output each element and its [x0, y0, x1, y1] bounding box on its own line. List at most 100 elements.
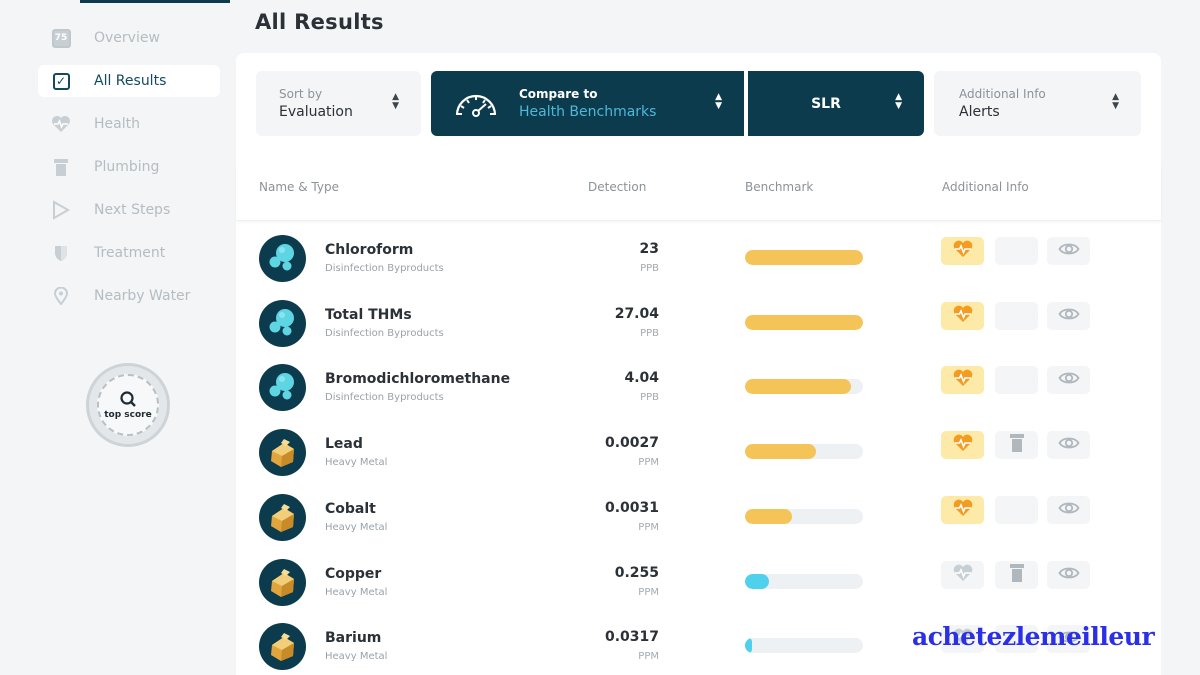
table-row[interactable]: Cobalt Heavy Metal 0.0031 PPM: [236, 485, 1161, 550]
health-alert-button[interactable]: [941, 431, 984, 460]
column-header-additional-info: Additional Info: [942, 180, 1029, 194]
watermark: achetezlemeilleur: [912, 622, 1155, 651]
health-alert-button[interactable]: [941, 237, 984, 265]
heart-pulse-icon: [952, 240, 974, 262]
sidebar-top-accent: [80, 0, 230, 3]
heart-pulse-icon: [50, 113, 72, 135]
heart-pulse-icon: [952, 434, 974, 456]
detection-unit: PPM: [638, 457, 659, 469]
table-header: Name & Type Detection Benchmark Addition…: [236, 165, 1161, 221]
contaminant-type: Disinfection Byproducts: [325, 327, 444, 339]
certified-report-badge: top score: [86, 363, 170, 447]
sidebar-item-label: Nearby Water: [94, 288, 191, 304]
view-details-button[interactable]: [1047, 431, 1090, 460]
contaminant-type: Disinfection Byproducts: [325, 263, 444, 274]
compare-to-label: Compare to: [519, 87, 598, 101]
health-alert-button[interactable]: [941, 366, 984, 395]
detection-value: 0.255: [614, 564, 659, 581]
contaminant-type: Disinfection Byproducts: [325, 392, 444, 404]
sort-by-select[interactable]: Sort by Evaluation ▲ ▼: [256, 71, 421, 136]
benchmark-bar-fill: [745, 379, 852, 395]
health-alert-button[interactable]: [941, 560, 984, 589]
eye-icon: [1057, 370, 1080, 390]
detection-value: 0.0031: [604, 499, 659, 516]
sort-by-label: Sort by: [279, 87, 323, 101]
table-row[interactable]: Chloroform Disinfection Byproducts 23 PPB: [236, 226, 1161, 291]
metal-nugget-icon: [259, 429, 306, 477]
sidebar: 75 Overview ✓ All Results Health Plumbin…: [0, 0, 230, 675]
detection-value: 0.0027: [604, 435, 659, 452]
benchmark-bar: [745, 379, 863, 395]
contaminant-name: Cobalt: [325, 500, 376, 517]
bubbles-icon: [259, 299, 306, 347]
heart-pulse-icon: [952, 305, 974, 327]
bubbles-icon: [259, 364, 306, 412]
pipe-icon: [50, 156, 72, 178]
benchmark-bar: [745, 250, 863, 265]
plumbing-alert-button[interactable]: [995, 301, 1038, 330]
table-row[interactable]: Lead Heavy Metal 0.0027 PPM: [236, 420, 1161, 485]
view-details-button[interactable]: [1047, 366, 1090, 395]
sidebar-item-label: Overview: [94, 30, 160, 46]
sidebar-item-health[interactable]: Health: [38, 108, 220, 140]
metal-nugget-icon: [259, 623, 306, 671]
benchmark-bar-fill: [745, 573, 769, 589]
eye-icon: [1057, 500, 1080, 520]
compare-to-value: Health Benchmarks: [519, 104, 657, 120]
plumbing-alert-button[interactable]: [995, 560, 1038, 589]
pipe-icon: [1009, 563, 1024, 586]
contaminant-name: Chloroform: [325, 242, 414, 258]
table-row[interactable]: Bromodichloromethane Disinfection Byprodu…: [236, 355, 1161, 420]
sidebar-item-nearby-water[interactable]: Nearby Water: [38, 280, 220, 312]
metal-nugget-icon: [259, 558, 306, 606]
benchmark-bar: [745, 508, 863, 524]
table-row[interactable]: Total THMs Disinfection Byproducts 27.04 PP…: [236, 291, 1161, 356]
additional-arrows-icon: ▲ ▼: [1112, 92, 1119, 111]
sidebar-item-next-steps[interactable]: Next Steps: [38, 194, 220, 226]
column-header-name: Name & Type: [259, 180, 339, 194]
sidebar-item-overview[interactable]: 75 Overview: [38, 22, 220, 54]
additional-info-select[interactable]: Additional Info Alerts ▲ ▼: [934, 71, 1141, 136]
sidebar-item-label: All Results: [94, 73, 167, 89]
detection-unit: PPM: [638, 586, 659, 598]
compare-arrows-icon: ▲ ▼: [715, 92, 722, 111]
health-alert-button[interactable]: [941, 495, 984, 524]
sidebar-item-label: Health: [94, 116, 140, 132]
magnifier-icon: [120, 391, 136, 407]
eye-icon: [1057, 435, 1080, 455]
benchmark-bar: [745, 444, 863, 460]
benchmark-bar-fill: [745, 444, 816, 460]
sidebar-item-all-results[interactable]: ✓ All Results: [38, 65, 220, 97]
sidebar-item-treatment[interactable]: Treatment: [38, 237, 220, 269]
contaminant-name: Bromodichloromethane: [325, 371, 511, 388]
metal-nugget-icon: [259, 493, 306, 541]
plumbing-alert-button[interactable]: [995, 237, 1038, 265]
score-icon-text: 75: [51, 28, 71, 48]
view-details-button[interactable]: [1047, 495, 1090, 524]
compare-to-select[interactable]: Compare to Health Benchmarks ▲ ▼: [431, 71, 744, 136]
score-75-icon: 75: [50, 27, 72, 49]
sidebar-item-plumbing[interactable]: Plumbing: [38, 151, 220, 183]
sidebar-item-label: Next Steps: [94, 202, 171, 218]
detection-unit: PPM: [638, 651, 659, 663]
contaminant-name: Barium: [325, 630, 382, 647]
health-alert-button[interactable]: [941, 301, 984, 330]
standard-select[interactable]: SLR ▲ ▼: [748, 71, 924, 136]
heart-pulse-icon: [952, 369, 974, 391]
view-details-button[interactable]: [1047, 301, 1090, 330]
detection-unit: PPM: [638, 521, 659, 533]
table-row[interactable]: Copper Heavy Metal 0.255 PPM: [236, 550, 1161, 615]
column-header-benchmark: Benchmark: [745, 180, 814, 194]
detection-value: 0.0317: [604, 629, 659, 646]
benchmark-bar: [745, 638, 863, 654]
detection-unit: PPB: [640, 392, 659, 404]
plumbing-alert-button[interactable]: [995, 495, 1038, 524]
contaminant-name: Copper: [325, 565, 382, 582]
benchmark-bar-fill: [745, 638, 753, 654]
view-details-button[interactable]: [1047, 560, 1090, 589]
view-details-button[interactable]: [1047, 237, 1090, 265]
detection-value: 23: [639, 241, 659, 257]
bubbles-icon: [259, 235, 306, 282]
plumbing-alert-button[interactable]: [995, 366, 1038, 395]
plumbing-alert-button[interactable]: [995, 431, 1038, 460]
